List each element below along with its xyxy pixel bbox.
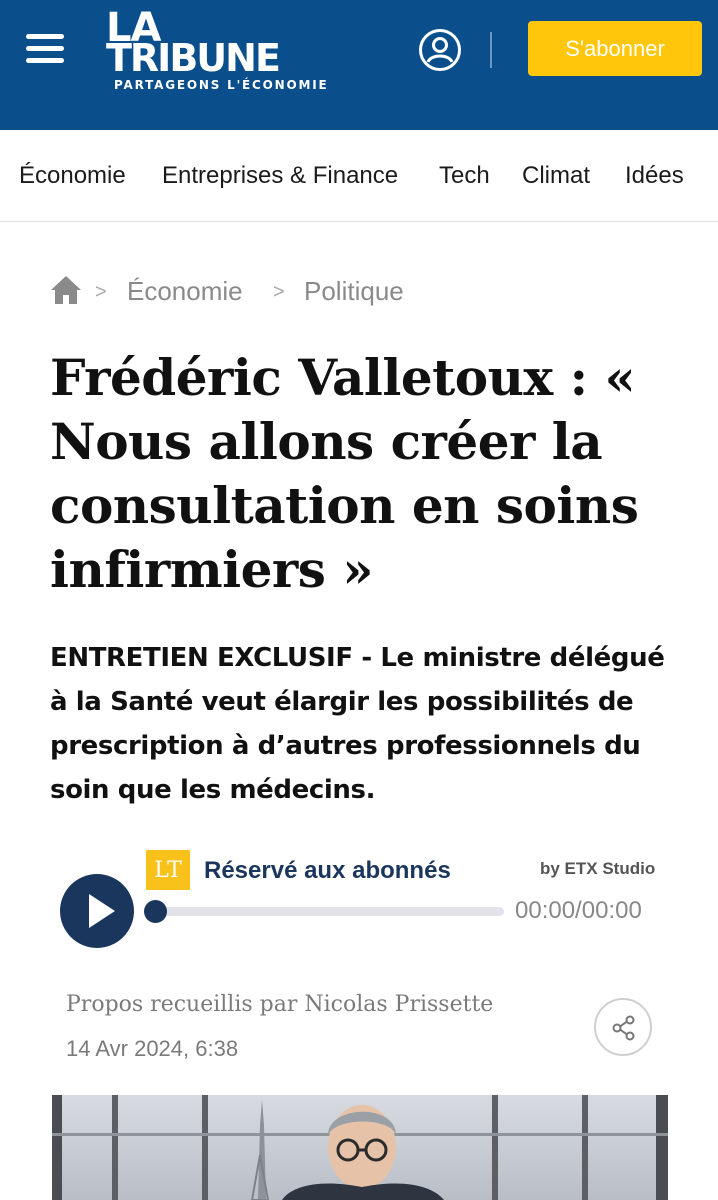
article-title: Frédéric Valletoux : « Nous allons créer…: [50, 348, 639, 599]
breadcrumb-separator: >: [273, 281, 285, 303]
share-icon: [612, 1015, 635, 1041]
play-button[interactable]: [60, 874, 134, 948]
audio-subscribers-label: Réservé aux abonnés: [204, 857, 451, 884]
share-button[interactable]: [594, 998, 652, 1056]
nav-item-climat[interactable]: Climat: [522, 162, 590, 190]
audio-provider: by ETX Studio: [540, 859, 656, 878]
article-byline: Propos recueillis par Nicolas Prissette: [66, 992, 494, 1017]
play-icon: [89, 894, 115, 928]
breadcrumb-separator: >: [95, 281, 107, 303]
logo-line-2: TRIBUNE: [106, 36, 281, 80]
site-header: LA TRIBUNE PARTAGEONS L'ÉCONOMIE S'abonn…: [0, 0, 718, 130]
nav-item-economie[interactable]: Économie: [19, 162, 126, 190]
subscribe-button[interactable]: S'abonner: [528, 21, 702, 76]
menu-icon[interactable]: [26, 34, 66, 64]
audio-progress-bar[interactable]: [150, 907, 504, 916]
home-icon[interactable]: [50, 273, 82, 305]
nav-item-tech[interactable]: Tech: [439, 162, 490, 190]
header-divider: [490, 32, 492, 68]
nav-item-entreprises-finance[interactable]: Entreprises & Finance: [162, 162, 398, 190]
article-photo[interactable]: [52, 1095, 668, 1200]
lt-badge: LT: [146, 850, 190, 890]
audio-time: 00:00/00:00: [515, 897, 642, 924]
account-icon[interactable]: [418, 28, 462, 72]
nav-item-idees[interactable]: Idées: [625, 162, 684, 190]
site-logo[interactable]: LA TRIBUNE PARTAGEONS L'ÉCONOMIE: [104, 8, 327, 98]
logo-tagline: PARTAGEONS L'ÉCONOMIE: [114, 78, 329, 92]
breadcrumb-item-economie[interactable]: Économie: [127, 276, 243, 307]
section-nav: Économie Entreprises & Finance Tech Clim…: [0, 130, 718, 222]
article-date: 14 Avr 2024, 6:38: [66, 1036, 239, 1061]
article-chapo: ENTRETIEN EXCLUSIF - Le ministre délégué…: [50, 643, 665, 805]
audio-progress-knob[interactable]: [144, 900, 167, 923]
breadcrumb-item-politique[interactable]: Politique: [304, 276, 404, 307]
